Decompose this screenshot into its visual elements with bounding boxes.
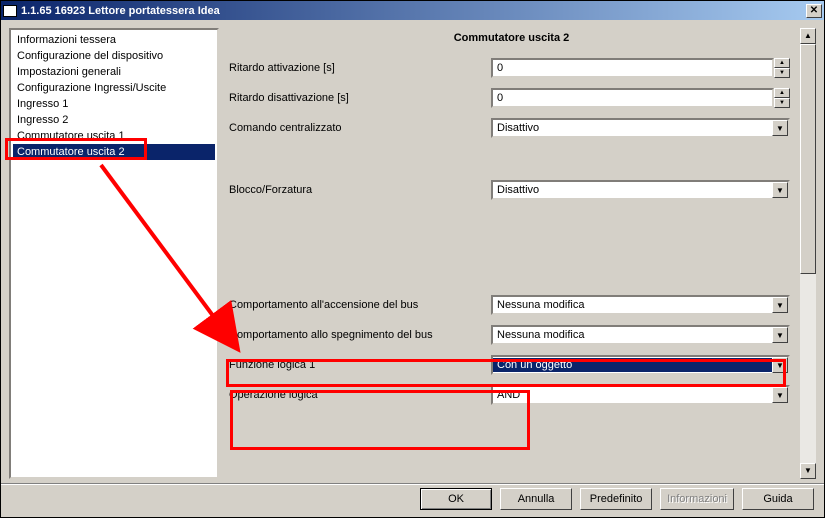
predefinito-button[interactable]: Predefinito xyxy=(580,488,652,510)
label-operazione-logica: Operazione logica xyxy=(229,389,491,401)
window-icon xyxy=(3,5,17,17)
main-panel: Commutatore uscita 2 Ritardo attivazione… xyxy=(225,28,816,479)
page-title: Commutatore uscita 2 xyxy=(225,32,798,44)
close-button[interactable]: ✕ xyxy=(806,4,822,18)
combo-comportamento-spegnimento[interactable]: Nessuna modifica ▼ xyxy=(491,325,790,345)
combo-text: Disattivo xyxy=(493,184,772,196)
scroll-track[interactable] xyxy=(800,44,816,463)
sidebar-item-ingresso-2[interactable]: Ingresso 2 xyxy=(13,112,215,128)
combo-text: Nessuna modifica xyxy=(493,299,772,311)
ritardo-attivazione-field[interactable] xyxy=(491,58,774,78)
sidebar-item-impostazioni-generali[interactable]: Impostazioni generali xyxy=(13,64,215,80)
chevron-down-icon[interactable]: ▼ xyxy=(772,182,788,198)
label-ritardo-disattivazione: Ritardo disattivazione [s] xyxy=(229,92,491,104)
dialog-window: 1.1.65 16923 Lettore portatessera Idea ✕… xyxy=(0,0,825,518)
spin-down-icon[interactable]: ▼ xyxy=(774,68,790,78)
label-comando-centralizzato: Comando centralizzato xyxy=(229,122,491,134)
sidebar-item-commutatore-2[interactable]: Commutatore uscita 2 xyxy=(13,144,215,160)
label-funzione-logica-1: Funzione logica 1 xyxy=(229,359,491,371)
combo-text: Nessuna modifica xyxy=(493,329,772,341)
content-area: Informazioni tessera Configurazione del … xyxy=(1,20,824,483)
label-comportamento-accensione: Comportamento all'accensione del bus xyxy=(229,299,491,311)
chevron-down-icon[interactable]: ▼ xyxy=(772,327,788,343)
sidebar: Informazioni tessera Configurazione del … xyxy=(9,28,219,479)
chevron-down-icon[interactable]: ▼ xyxy=(772,387,788,403)
spin-down-icon[interactable]: ▼ xyxy=(774,98,790,108)
combo-text: Disattivo xyxy=(493,122,772,134)
combo-operazione-logica[interactable]: AND ▼ xyxy=(491,385,790,405)
ok-button[interactable]: OK xyxy=(420,488,492,510)
combo-text: AND xyxy=(493,389,772,401)
label-ritardo-attivazione: Ritardo attivazione [s] xyxy=(229,62,491,74)
combo-blocco-forzatura[interactable]: Disattivo ▼ xyxy=(491,180,790,200)
combo-comportamento-accensione[interactable]: Nessuna modifica ▼ xyxy=(491,295,790,315)
vertical-scrollbar[interactable]: ▲ ▼ xyxy=(800,28,816,479)
sidebar-item-config-dispositivo[interactable]: Configurazione del dispositivo xyxy=(13,48,215,64)
informazioni-button: Informazioni xyxy=(660,488,734,510)
sidebar-item-info-tessera[interactable]: Informazioni tessera xyxy=(13,32,215,48)
spin-up-icon[interactable]: ▲ xyxy=(774,88,790,98)
spin-up-icon[interactable]: ▲ xyxy=(774,58,790,68)
label-blocco-forzatura: Blocco/Forzatura xyxy=(229,184,491,196)
chevron-down-icon[interactable]: ▼ xyxy=(772,120,788,136)
button-bar: OK Annulla Predefinito Informazioni Guid… xyxy=(1,483,824,517)
annulla-button[interactable]: Annulla xyxy=(500,488,572,510)
sidebar-item-config-ingressi-uscite[interactable]: Configurazione Ingressi/Uscite xyxy=(13,80,215,96)
combo-funzione-logica-1[interactable]: Con un oggetto ▼ xyxy=(491,355,790,375)
combo-comando-centralizzato[interactable]: Disattivo ▼ xyxy=(491,118,790,138)
sidebar-item-ingresso-1[interactable]: Ingresso 1 xyxy=(13,96,215,112)
chevron-down-icon[interactable]: ▼ xyxy=(772,357,788,373)
scroll-up-icon[interactable]: ▲ xyxy=(800,28,816,44)
guida-button[interactable]: Guida xyxy=(742,488,814,510)
titlebar[interactable]: 1.1.65 16923 Lettore portatessera Idea ✕ xyxy=(1,1,824,20)
chevron-down-icon[interactable]: ▼ xyxy=(772,297,788,313)
input-ritardo-disattivazione[interactable]: ▲ ▼ xyxy=(491,88,790,108)
label-comportamento-spegnimento: Comportamento allo spegnimento del bus xyxy=(229,329,491,341)
ritardo-disattivazione-field[interactable] xyxy=(491,88,774,108)
input-ritardo-attivazione[interactable]: ▲ ▼ xyxy=(491,58,790,78)
scroll-thumb[interactable] xyxy=(800,44,816,274)
window-title: 1.1.65 16923 Lettore portatessera Idea xyxy=(21,5,220,17)
combo-text: Con un oggetto xyxy=(493,358,772,372)
scroll-down-icon[interactable]: ▼ xyxy=(800,463,816,479)
sidebar-item-commutatore-1[interactable]: Commutatore uscita 1 xyxy=(13,128,215,144)
